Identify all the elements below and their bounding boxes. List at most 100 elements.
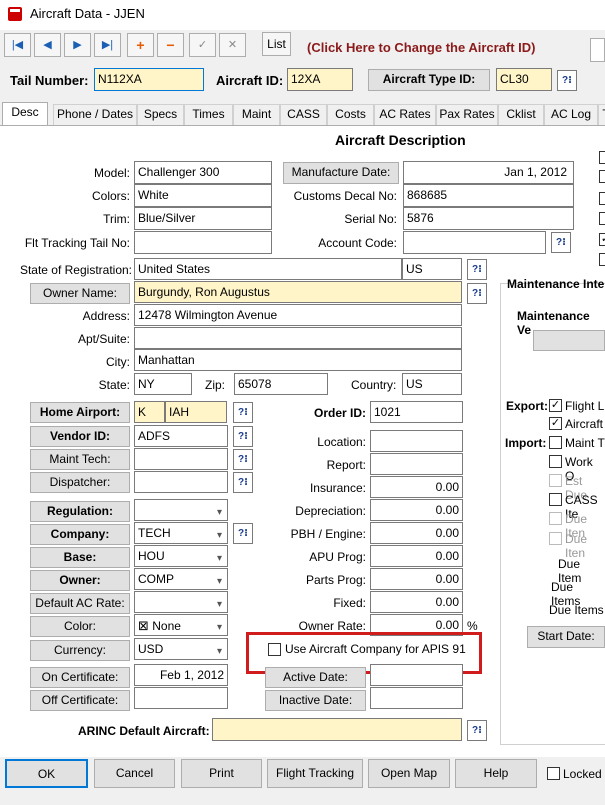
account-code-lookup-icon[interactable]: ?⁝ — [551, 232, 571, 253]
owner-select[interactable]: COMP ▾ — [134, 568, 228, 590]
zip-input[interactable]: 65078 — [234, 373, 328, 395]
base-select[interactable]: HOU ▾ — [134, 545, 228, 567]
owner-name-input[interactable]: Burgundy, Ron Augustus — [134, 281, 462, 303]
import-work-order-checkbox[interactable] — [549, 455, 562, 468]
maint-tech-button[interactable]: Maint Tech: — [30, 449, 130, 470]
model-input[interactable]: Challenger 300 — [134, 161, 272, 184]
dispatcher-input[interactable] — [134, 471, 228, 493]
home-airport-lookup-icon[interactable]: ?⁝ — [233, 402, 253, 423]
default-ac-rate-select[interactable]: ▾ — [134, 591, 228, 613]
import-due-item-checkbox-2[interactable] — [549, 532, 562, 545]
import-cass-checkbox[interactable] — [549, 493, 562, 506]
base-button[interactable]: Base: — [30, 547, 130, 568]
flight-tracking-button[interactable]: Flight Tracking — [267, 759, 363, 788]
off-certificate-input[interactable] — [134, 687, 228, 709]
print-button[interactable]: Print — [181, 759, 262, 788]
country-input[interactable]: US — [402, 373, 462, 395]
tab-cass[interactable]: CASS — [280, 104, 327, 126]
dispatcher-lookup-icon[interactable]: ?⁝ — [233, 472, 253, 493]
home-airport-button[interactable]: Home Airport: — [30, 402, 130, 423]
customs-decal-input[interactable]: 868685 — [403, 184, 574, 207]
parts-prog-input[interactable]: 0.00 — [370, 568, 463, 590]
active-date-button[interactable]: Active Date: — [265, 667, 366, 688]
cancel-x-icon[interactable]: ✕ — [219, 33, 246, 57]
previous-record-button[interactable]: ◀ — [34, 33, 61, 57]
tab-pax-rates[interactable]: Pax Rates — [436, 104, 498, 126]
tab-ac-log[interactable]: AC Log — [544, 104, 598, 126]
aircraft-id-input[interactable]: 12XA — [287, 68, 353, 91]
inactive-date-input[interactable] — [370, 687, 463, 709]
company-button[interactable]: Company: — [30, 524, 130, 545]
right-edge-control[interactable] — [590, 38, 605, 62]
currency-button[interactable]: Currency: — [30, 640, 130, 661]
company-lookup-icon[interactable]: ?⁝ — [233, 523, 253, 544]
vendor-id-lookup-icon[interactable]: ?⁝ — [233, 426, 253, 447]
tab-phone-dates[interactable]: Phone / Dates — [53, 104, 137, 126]
change-aircraft-id-link[interactable]: (Click Here to Change the Aircraft ID) — [307, 40, 536, 55]
arinc-input[interactable] — [212, 718, 462, 741]
on-certificate-button[interactable]: On Certificate: — [30, 667, 130, 688]
owner-name-lookup-icon[interactable]: ?⁝ — [467, 283, 487, 304]
report-input[interactable] — [370, 453, 463, 475]
state-registration-lookup-icon[interactable]: ?⁝ — [467, 259, 487, 280]
apu-prog-input[interactable]: 0.00 — [370, 545, 463, 567]
home-airport-prefix[interactable]: K — [134, 401, 165, 423]
tail-number-input[interactable]: N112XA — [94, 68, 204, 91]
company-select[interactable]: TECH ▾ — [134, 522, 228, 544]
first-record-button[interactable]: |◀ — [4, 33, 31, 57]
tab-ac-rates[interactable]: AC Rates — [374, 104, 436, 126]
start-date-button[interactable]: Start Date: — [527, 626, 605, 648]
save-check-icon[interactable]: ✓ — [189, 33, 216, 57]
right-checkbox-1[interactable] — [599, 151, 605, 164]
pbh-engine-input[interactable]: 0.00 — [370, 522, 463, 544]
manufacture-date-input[interactable]: Jan 1, 2012 — [403, 161, 574, 184]
next-record-button[interactable]: ▶ — [64, 33, 91, 57]
tab-desc[interactable]: Desc — [2, 102, 48, 126]
tab-times[interactable]: Times — [184, 104, 233, 126]
tab-t[interactable]: T — [598, 104, 605, 126]
vendor-id-input[interactable]: ADFS — [134, 425, 228, 447]
tab-cklist[interactable]: Cklist — [498, 104, 544, 126]
tab-maint[interactable]: Maint — [233, 104, 280, 126]
tab-specs[interactable]: Specs — [137, 104, 184, 126]
maint-tech-lookup-icon[interactable]: ?⁝ — [233, 449, 253, 470]
vendor-id-button[interactable]: Vendor ID: — [30, 426, 130, 447]
state-registration-code[interactable]: US — [402, 258, 462, 280]
delete-record-button[interactable]: − — [157, 33, 184, 57]
import-maint-checkbox[interactable] — [549, 436, 562, 449]
right-checkbox-3[interactable] — [599, 192, 605, 205]
address-input[interactable]: 12478 Wilmington Avenue — [134, 304, 462, 326]
regulation-button[interactable]: Regulation: — [30, 501, 130, 522]
depreciation-input[interactable]: 0.00 — [370, 499, 463, 521]
default-ac-rate-button[interactable]: Default AC Rate: — [30, 593, 130, 614]
right-checkbox-4[interactable] — [599, 212, 605, 225]
currency-select[interactable]: USD ▾ — [134, 638, 228, 660]
apis-checkbox[interactable] — [268, 643, 281, 656]
manufacture-date-button[interactable]: Manufacture Date: — [283, 162, 399, 184]
account-code-input[interactable] — [403, 231, 546, 254]
right-checkbox-5[interactable]: ✓ — [599, 233, 605, 246]
trim-input[interactable]: Blue/Silver — [134, 207, 272, 230]
aircraft-type-id-button[interactable]: Aircraft Type ID: — [368, 69, 490, 91]
tab-costs[interactable]: Costs — [327, 104, 374, 126]
export-flight-log-checkbox[interactable]: ✓ — [549, 399, 562, 412]
cancel-button[interactable]: Cancel — [94, 759, 175, 788]
owner-button[interactable]: Owner: — [30, 570, 130, 591]
regulation-select[interactable]: ▾ — [134, 499, 228, 521]
home-airport-input[interactable]: IAH — [165, 401, 227, 423]
aircraft-type-input[interactable]: CL30 — [496, 68, 552, 91]
maintenance-button[interactable] — [533, 330, 605, 351]
right-checkbox-2[interactable] — [599, 170, 605, 183]
location-input[interactable] — [370, 430, 463, 452]
right-checkbox-6[interactable] — [599, 253, 605, 266]
import-est-due-checkbox[interactable] — [549, 474, 562, 487]
last-record-button[interactable]: ▶| — [94, 33, 121, 57]
help-button[interactable]: Help — [455, 759, 537, 788]
order-id-input[interactable]: 1021 — [370, 401, 463, 423]
state-registration-input[interactable]: United States — [134, 258, 402, 280]
serial-no-input[interactable]: 5876 — [403, 207, 574, 230]
colors-input[interactable]: White — [134, 184, 272, 207]
aircraft-type-lookup-icon[interactable]: ?⁝ — [557, 70, 577, 91]
export-aircraft-checkbox[interactable]: ✓ — [549, 417, 562, 430]
locked-checkbox[interactable] — [547, 767, 560, 780]
